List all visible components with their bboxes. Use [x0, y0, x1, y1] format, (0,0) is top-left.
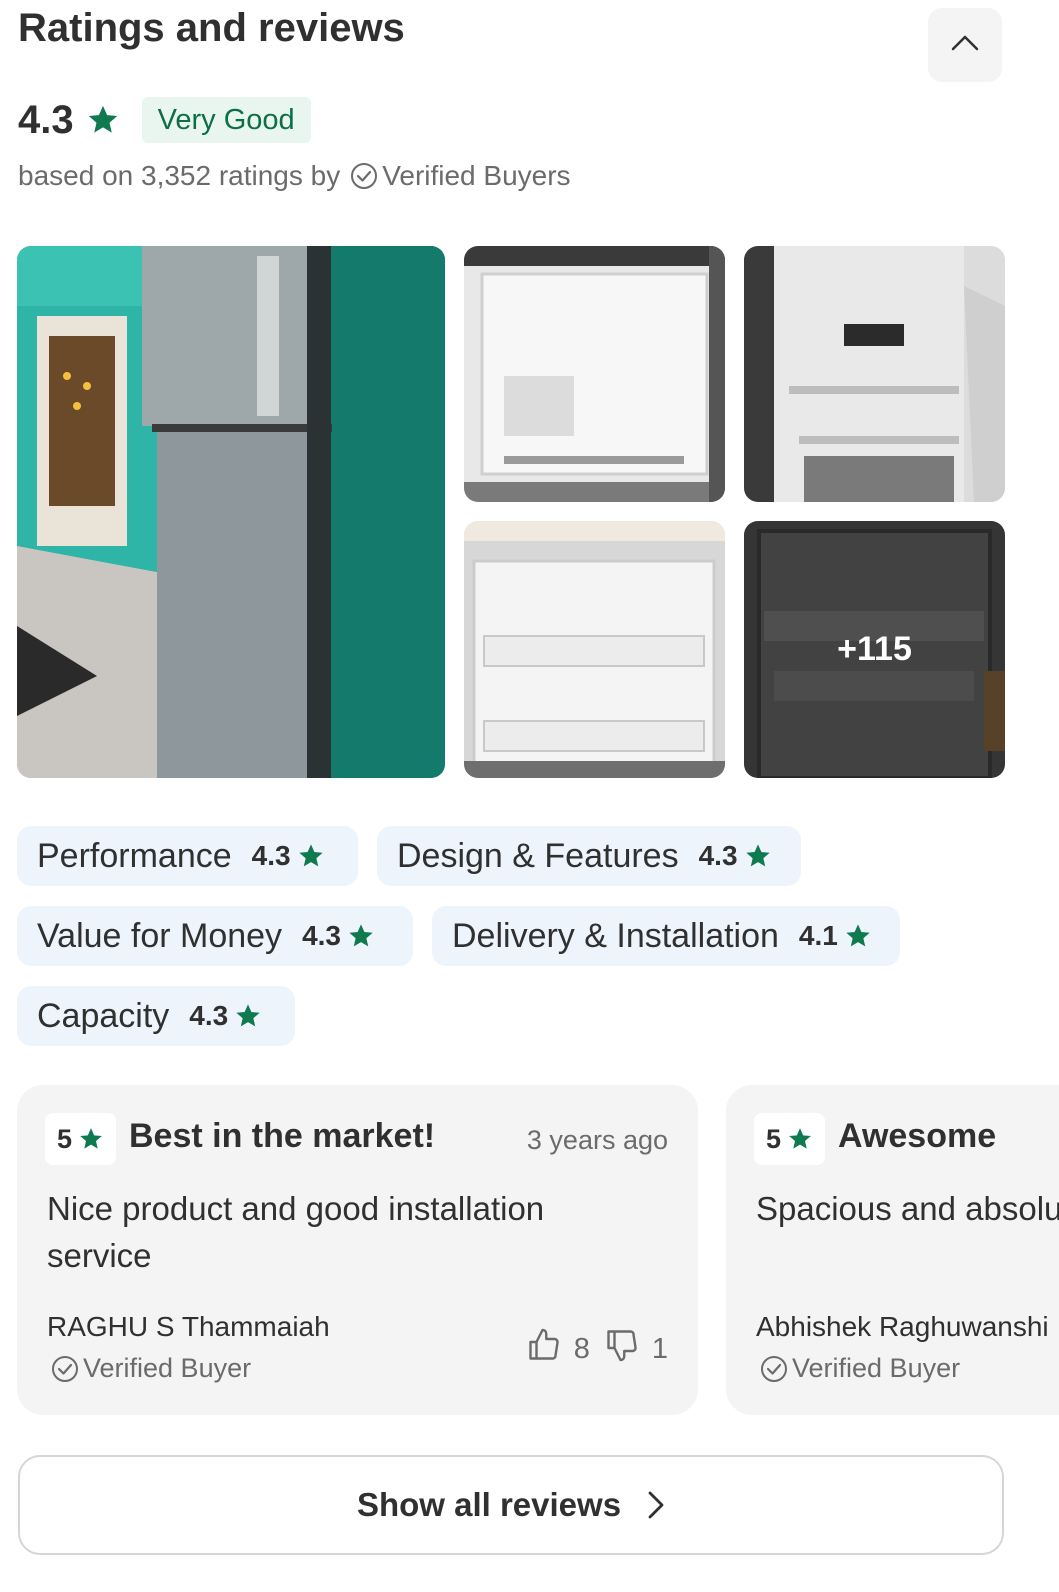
aspect-score: 4.3 — [302, 920, 341, 951]
star-icon — [744, 842, 772, 870]
review-title: Best in the market! — [129, 1117, 436, 1155]
review-stars-value: 5 — [766, 1123, 782, 1154]
review-author: RAGHU S Thammaiah — [47, 1311, 330, 1342]
chevron-right-icon — [647, 1490, 665, 1520]
review-time: 3 years ago — [526, 1125, 668, 1155]
show-all-reviews-button[interactable]: Show all reviews — [18, 1455, 1004, 1555]
aspect-chip-design-features[interactable]: Design & Features 4.3 — [377, 826, 801, 886]
aspect-chip-value-for-money[interactable]: Value for Money 4.3 — [17, 906, 413, 966]
likes-count: 8 — [573, 1332, 590, 1365]
review-stars-badge: 5 — [754, 1113, 826, 1165]
star-icon — [234, 1002, 262, 1030]
review-photo-3[interactable] — [744, 246, 1005, 502]
review-stars-value: 5 — [57, 1123, 73, 1154]
aspect-chip-performance[interactable]: Performance 4.3 — [17, 826, 358, 886]
review-title: Awesome — [838, 1117, 997, 1155]
review-photo-main[interactable] — [17, 246, 445, 778]
star-icon — [78, 1126, 104, 1152]
review-text: Nice product and good installation servi… — [47, 1190, 545, 1274]
thumbs-up-icon[interactable] — [526, 1327, 562, 1371]
review-photo-2[interactable] — [464, 246, 725, 502]
overall-rating-value: 4.3 — [18, 97, 74, 142]
review-card[interactable]: 5 Best in the market! 3 years ago Nice p… — [17, 1085, 698, 1415]
ratings-count-text: based on 3,352 ratings by Verified Buyer… — [18, 160, 571, 192]
star-icon — [347, 922, 375, 950]
verified-buyer-text: Verified Buyer — [792, 1353, 961, 1383]
star-icon — [297, 842, 325, 870]
collapse-button[interactable] — [928, 8, 1002, 82]
aspect-score: 4.3 — [698, 840, 738, 871]
section-title: Ratings and reviews — [18, 6, 405, 50]
review-text: Spacious and absolutely — [756, 1190, 1059, 1227]
show-all-reviews-label: Show all reviews — [356, 1486, 622, 1523]
verified-buyers-text: Verified Buyers — [382, 160, 571, 191]
aspect-score: 4.3 — [251, 840, 291, 871]
thumbs-down-icon[interactable] — [604, 1327, 640, 1371]
overall-rating: 4.3 Very Good — [18, 96, 311, 144]
verified-check-icon — [350, 162, 378, 190]
verified-buyer-text: Verified Buyer — [83, 1353, 252, 1383]
aspect-name: Capacity — [37, 996, 170, 1035]
aspect-name: Performance — [37, 836, 232, 875]
review-author: Abhishek Raghuwanshi — [756, 1311, 1049, 1342]
aspect-name: Delivery & Installation — [452, 916, 779, 955]
verified-buyer-label: Verified Buyer — [51, 1353, 251, 1384]
verified-check-icon — [51, 1355, 79, 1383]
aspect-chip-capacity[interactable]: Capacity 4.3 — [17, 986, 295, 1046]
star-icon — [86, 103, 120, 137]
aspect-name: Design & Features — [397, 836, 679, 875]
review-stars-badge: 5 — [45, 1113, 117, 1165]
rating-label-badge: Very Good — [141, 97, 311, 143]
aspect-score: 4.3 — [189, 1000, 229, 1031]
review-photo-4[interactable] — [464, 521, 725, 778]
more-photos-count: +115 — [744, 521, 1005, 778]
based-on-text: based on 3,352 ratings by — [18, 160, 341, 191]
review-photo-more[interactable]: +115 — [744, 521, 1005, 778]
star-icon — [844, 922, 872, 950]
review-card[interactable]: 5 Awesome Spacious and absolutely Abhish… — [726, 1085, 1059, 1415]
verified-check-icon — [760, 1355, 788, 1383]
star-icon — [787, 1126, 813, 1152]
review-votes: 8 1 — [526, 1327, 668, 1371]
verified-buyer-label: Verified Buyer — [760, 1353, 960, 1384]
aspect-chip-delivery-installation[interactable]: Delivery & Installation 4.1 — [432, 906, 900, 966]
dislikes-count: 1 — [651, 1332, 668, 1365]
aspect-score: 4.1 — [798, 920, 838, 951]
chevron-up-icon — [950, 34, 980, 57]
aspect-name: Value for Money — [37, 916, 283, 955]
